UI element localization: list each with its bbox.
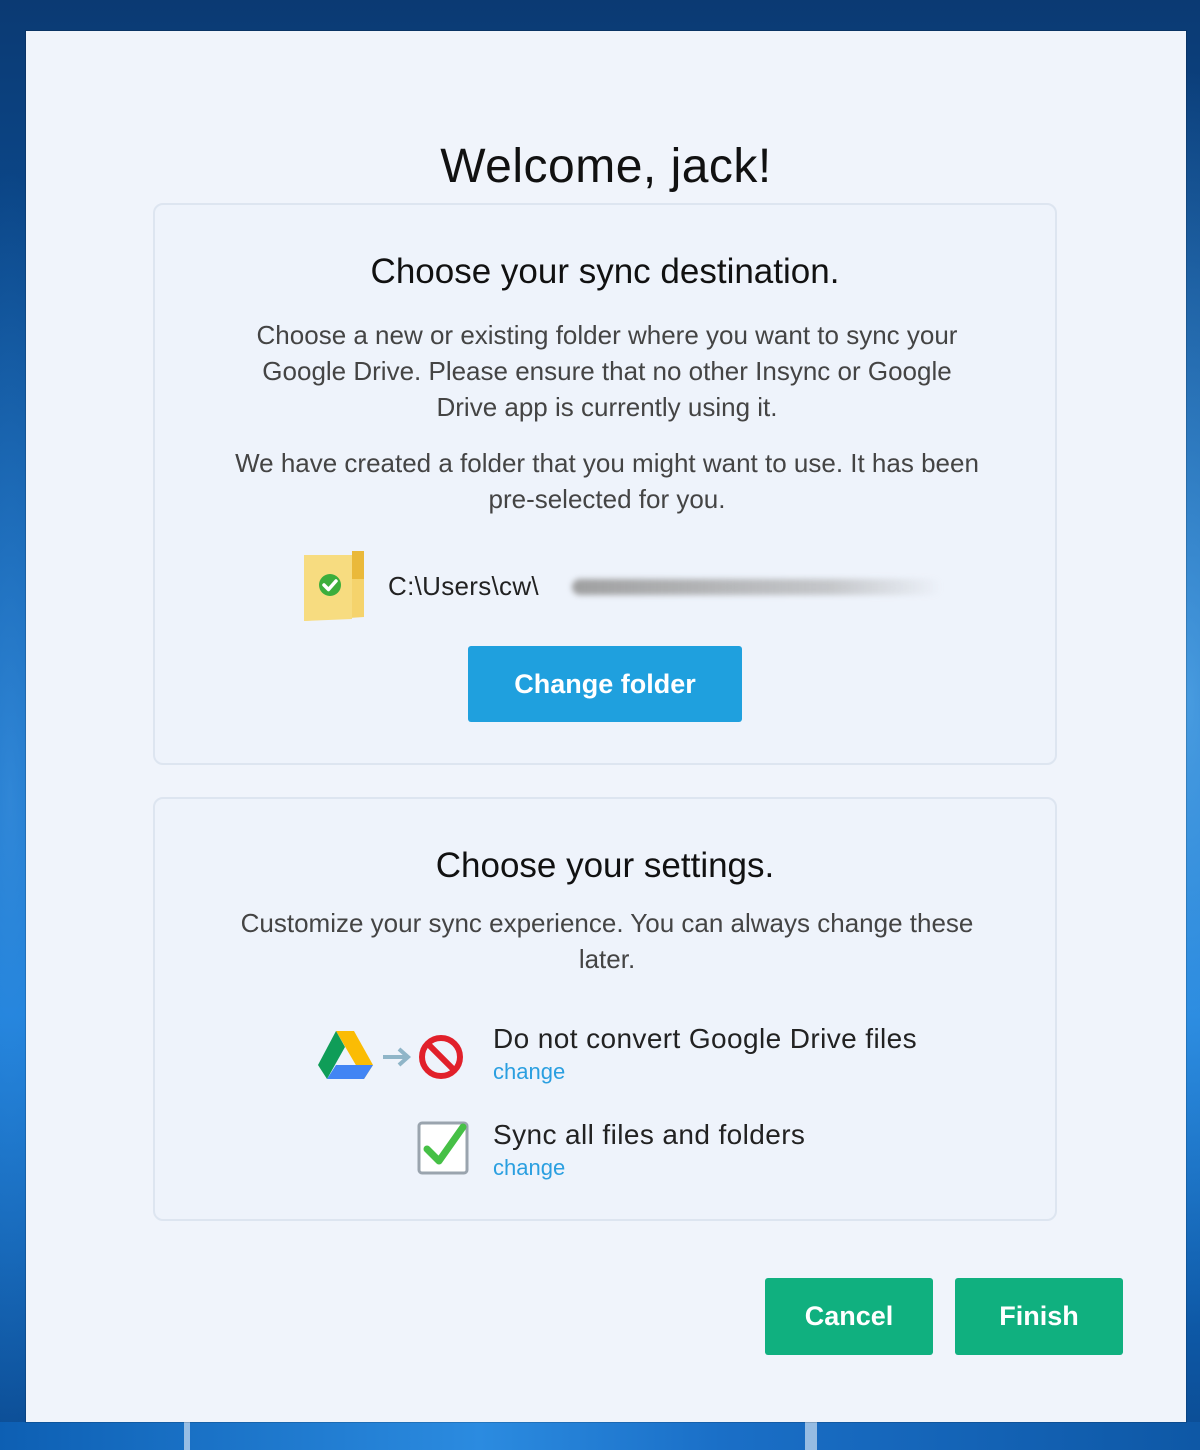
setting-sync-all-change-link[interactable]: change <box>493 1155 565 1181</box>
taskbar-divider <box>805 1422 817 1450</box>
sync-destination-panel: Choose your sync destination. Choose a n… <box>153 203 1057 765</box>
setting-sync-all: Sync all files and folders change <box>155 1115 1055 1185</box>
setting-sync-all-label: Sync all files and folders <box>493 1119 806 1150</box>
checkbox-checked-icon <box>417 1121 469 1175</box>
setting-convert: Do not convert Google Drive files change <box>155 1019 1055 1089</box>
selected-folder: C:\Users\cw\ <box>302 549 962 625</box>
welcome-dialog: Welcome, jack! Choose your sync destinat… <box>26 31 1186 1422</box>
change-folder-button[interactable]: Change folder <box>468 646 742 722</box>
page-title: Welcome, jack! <box>440 140 772 193</box>
setting-convert-change-link[interactable]: change <box>493 1059 565 1085</box>
taskbar-divider <box>184 1422 190 1450</box>
sync-destination-heading: Choose your sync destination. <box>370 252 840 291</box>
no-convert-icon <box>318 1031 463 1079</box>
cancel-button[interactable]: Cancel <box>765 1278 933 1355</box>
redacted-path <box>572 579 942 595</box>
folder-icon <box>304 551 364 621</box>
taskbar <box>0 1422 1200 1450</box>
settings-description: Customize your sync experience. You can … <box>240 908 974 974</box>
folder-path: C:\Users\cw\ <box>388 571 539 601</box>
sync-destination-note: We have created a folder that you might … <box>235 448 979 514</box>
settings-panel: Choose your settings. Customize your syn… <box>153 797 1057 1221</box>
setting-convert-label: Do not convert Google Drive files <box>493 1023 918 1054</box>
settings-heading: Choose your settings. <box>435 846 775 885</box>
finish-button[interactable]: Finish <box>955 1278 1123 1355</box>
sync-destination-description: Choose a new or existing folder where yo… <box>256 320 958 422</box>
